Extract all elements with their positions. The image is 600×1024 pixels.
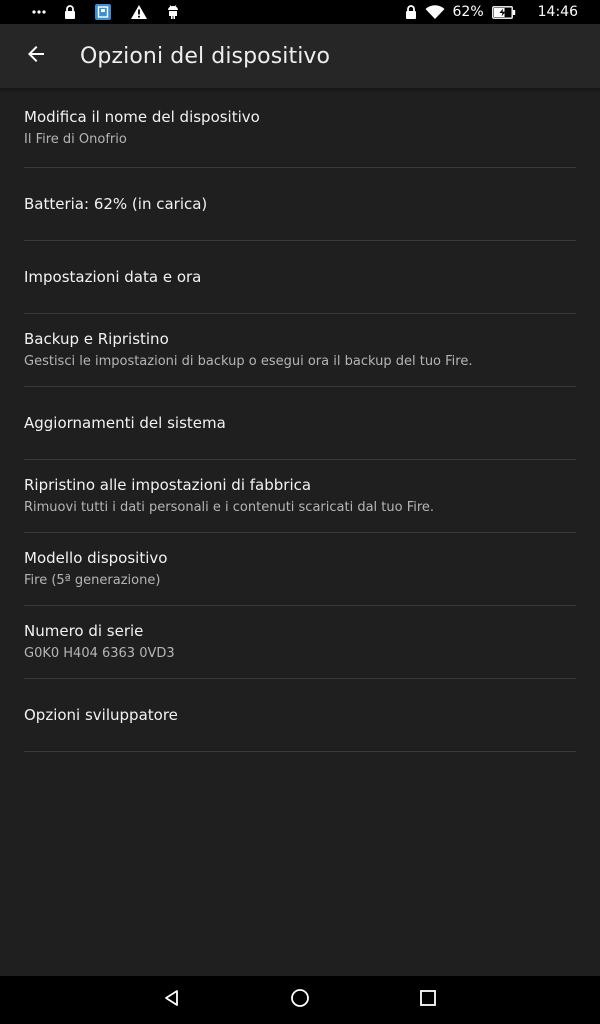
setting-title: Numero di serie [24, 622, 144, 640]
status-icons-right: 62% 14:46 [397, 4, 578, 20]
setting-title: Batteria: 62% (in carica) [24, 195, 208, 213]
setting-subtitle: G0K0 H404 6363 0VD3 [24, 646, 175, 661]
lock-icon [64, 5, 76, 19]
setting-serial-number[interactable]: Numero di serie G0K0 H404 6363 0VD3 [24, 606, 576, 679]
recents-square-icon [419, 989, 437, 1011]
page-title: Opzioni del dispositivo [80, 43, 331, 69]
setting-battery[interactable]: Batteria: 62% (in carica) [24, 168, 576, 241]
setting-title: Backup e Ripristino [24, 330, 169, 348]
back-triangle-icon [162, 988, 182, 1012]
nav-recents-button[interactable] [364, 976, 492, 1024]
setting-title: Modifica il nome del dispositivo [24, 107, 260, 126]
app-bar: Opzioni del dispositivo [0, 24, 600, 88]
lock-icon [405, 5, 417, 19]
nav-home-button[interactable] [236, 976, 364, 1024]
back-button[interactable] [0, 24, 72, 88]
settings-list: Modifica il nome del dispositivo Il Fire… [24, 88, 576, 752]
setting-title: Aggiornamenti del sistema [24, 414, 226, 432]
status-icons-left [32, 3, 198, 21]
battery-percent: 62% [452, 4, 484, 20]
warning-icon [130, 4, 148, 20]
home-circle-icon [290, 988, 310, 1012]
setting-title: Modello dispositivo [24, 549, 168, 567]
setting-device-name[interactable]: Modifica il nome del dispositivo Il Fire… [24, 88, 576, 168]
android-debug-icon [166, 4, 180, 20]
setting-system-updates[interactable]: Aggiornamenti del sistema [24, 387, 576, 460]
clock: 14:46 [537, 4, 578, 20]
setting-title: Ripristino alle impostazioni di fabbrica [24, 476, 312, 494]
setting-subtitle: Fire (5ª generazione) [24, 573, 161, 588]
setting-subtitle: Il Fire di Onofrio [24, 131, 127, 147]
setting-title: Opzioni sviluppatore [24, 706, 178, 724]
setting-date-time[interactable]: Impostazioni data e ora [24, 241, 576, 314]
arrow-left-icon [24, 42, 48, 70]
status-bar: 62% 14:46 [0, 0, 600, 24]
setting-developer-options[interactable]: Opzioni sviluppatore [24, 679, 576, 752]
more-dots-icon [32, 10, 46, 14]
setting-backup-restore[interactable]: Backup e Ripristino Gestisci le impostaz… [24, 314, 576, 387]
setting-factory-reset[interactable]: Ripristino alle impostazioni di fabbrica… [24, 460, 576, 533]
battery-charging-icon [491, 5, 516, 19]
setting-device-model[interactable]: Modello dispositivo Fire (5ª generazione… [24, 533, 576, 606]
nav-back-button[interactable] [108, 976, 236, 1024]
kindle-store-icon [94, 3, 112, 21]
setting-subtitle: Gestisci le impostazioni di backup o ese… [24, 354, 473, 369]
setting-subtitle: Rimuovi tutti i dati personali e i conte… [24, 500, 435, 515]
navigation-bar [0, 976, 600, 1024]
setting-title: Impostazioni data e ora [24, 268, 202, 286]
wifi-icon [425, 4, 445, 20]
